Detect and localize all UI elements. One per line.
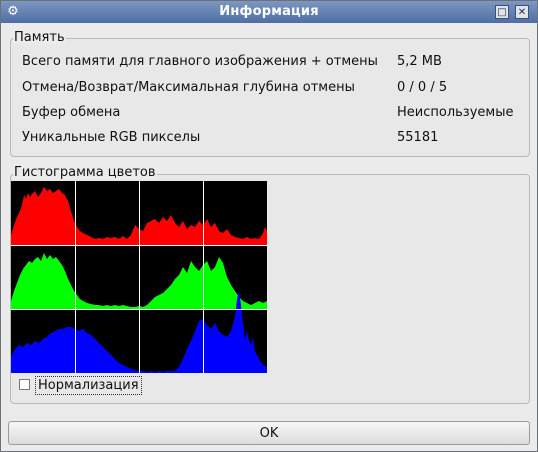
normalize-label[interactable]: Нормализация — [35, 376, 142, 395]
window-title: Информация — [219, 4, 319, 19]
normalize-checkbox[interactable] — [19, 379, 30, 390]
total-memory-label: Всего памяти для главного изображения + … — [22, 54, 378, 69]
memory-group-title: Память — [13, 30, 66, 45]
color-histogram — [11, 181, 267, 373]
info-dialog: ⚙ Информация □ ✕ Память Всего памяти для… — [0, 0, 538, 452]
undo-depth-value: 0 / 0 / 5 — [397, 80, 448, 95]
clipboard-label: Буфер обмена — [22, 105, 121, 120]
maximize-icon[interactable]: □ — [495, 5, 509, 19]
unique-pixels-label: Уникальные RGB пикселы — [22, 130, 201, 145]
ok-button[interactable]: OK — [8, 421, 530, 445]
unique-pixels-value: 55181 — [397, 130, 439, 145]
total-memory-value: 5,2 MB — [397, 54, 442, 69]
clipboard-value: Неиспользуемые — [397, 105, 514, 120]
title-bar[interactable]: ⚙ Информация □ ✕ — [1, 1, 537, 23]
undo-depth-label: Отмена/Возврат/Максимальная глубина отме… — [22, 80, 355, 95]
histogram-canvas — [11, 181, 267, 373]
histogram-group-title: Гистограмма цветов — [13, 165, 157, 180]
close-icon[interactable]: ✕ — [515, 5, 529, 19]
